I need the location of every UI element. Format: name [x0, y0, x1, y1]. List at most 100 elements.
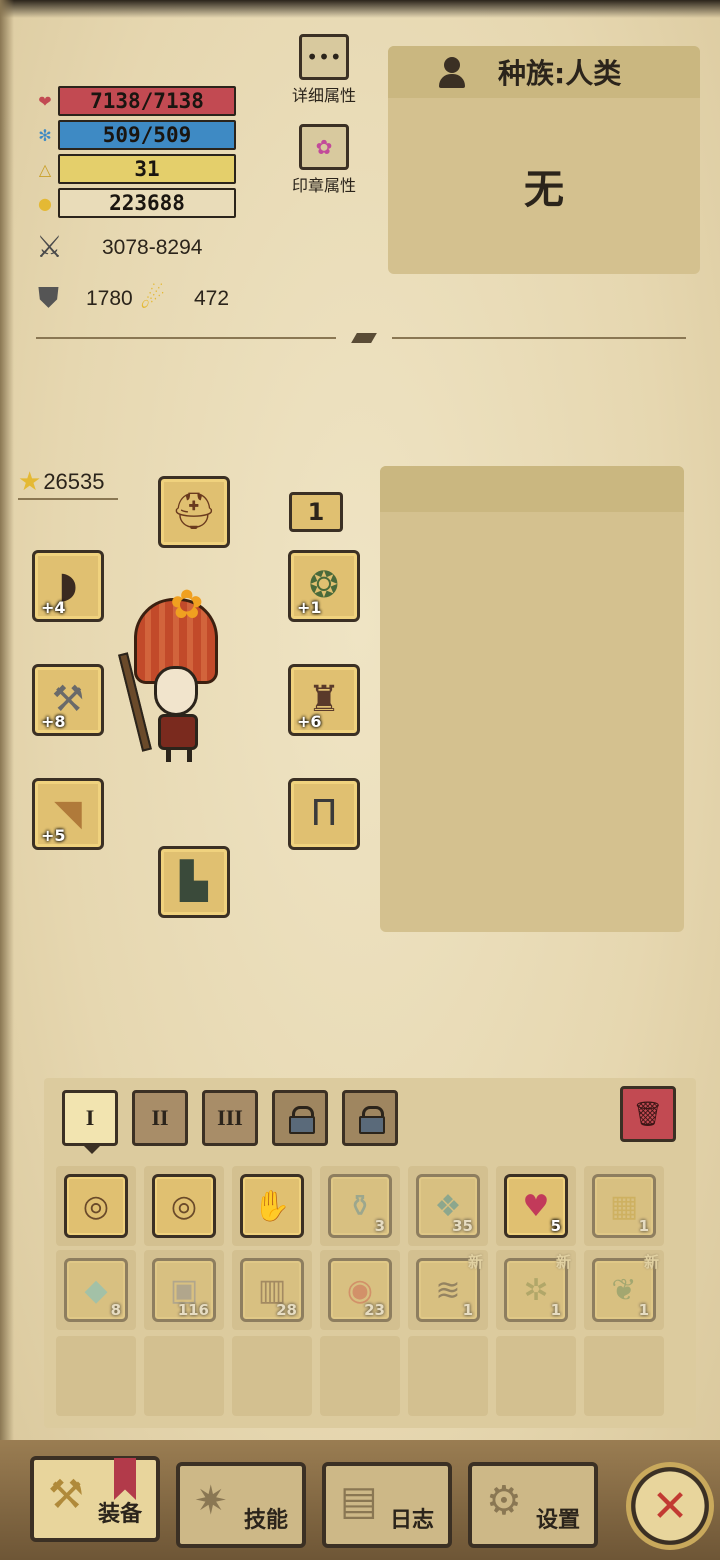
slot-helmet[interactable]: ⛑ — [158, 476, 230, 548]
inventory-item[interactable]: ❖ 35 — [416, 1174, 480, 1238]
slot-weapon[interactable]: ⚒ +8 — [32, 664, 104, 736]
magic-orb-icon: ☄ — [140, 283, 166, 314]
inventory-cell[interactable] — [584, 1336, 664, 1416]
helmet-icon: ⛑ — [171, 491, 217, 532]
lock-icon — [289, 1106, 315, 1134]
seal-attributes-label: 印章属性 — [291, 176, 356, 195]
heart-icon: ❤ — [38, 91, 52, 111]
book-icon: ▤ — [340, 1478, 378, 1524]
item-count: 8 — [110, 1301, 121, 1319]
close-icon: ✕ — [651, 1480, 689, 1532]
gold-text: 223688 — [109, 191, 185, 215]
nav-skills-label: 技能 — [243, 1508, 288, 1533]
nav-equip-button[interactable]: ⚒ 装备 — [30, 1456, 160, 1542]
item-count: 116 — [177, 1301, 209, 1319]
axe-icon: ⚒ — [48, 1472, 84, 1518]
inventory-item[interactable]: ◉ 23 — [328, 1258, 392, 1322]
lock-icon — [359, 1106, 385, 1134]
inventory-item[interactable]: ◆ 8 — [64, 1258, 128, 1322]
inventory-cell[interactable] — [320, 1336, 400, 1416]
slot-offhand[interactable]: ◥ +5 — [32, 778, 104, 850]
item-count: 1 — [638, 1301, 649, 1319]
nav-settings-button[interactable]: ⚙ 设置 — [468, 1462, 598, 1548]
triangle-icon: △ — [38, 159, 52, 179]
inventory-item[interactable]: ▥ 28 — [240, 1258, 304, 1322]
pants-icon: Π — [310, 793, 338, 834]
mp-bar: 509/509 — [58, 120, 236, 150]
inventory-cell[interactable] — [496, 1336, 576, 1416]
slot-boots[interactable]: ▙ — [158, 846, 230, 918]
divider-left — [36, 337, 336, 339]
detail-attributes-button[interactable]: ••• 详细属性 — [279, 34, 369, 106]
new-badge: 新 — [467, 1253, 483, 1271]
race-label: 种族:人类 — [498, 57, 622, 90]
character-legs — [166, 748, 192, 762]
magic-value: 472 — [194, 286, 230, 310]
seal-attributes-button[interactable]: ✿ 印章属性 — [279, 124, 369, 196]
inventory-item[interactable]: ♥ 5 — [504, 1174, 568, 1238]
hat-flower-icon: ✿ — [170, 582, 204, 628]
inventory-item[interactable]: ≋ 1 新 — [416, 1253, 483, 1322]
leaf-icon: ❦ — [611, 1272, 637, 1308]
defense-stat: ⛊ 1780 — [38, 282, 133, 315]
race-panel: 种族:人类 无 — [388, 46, 700, 274]
inventory-cell[interactable] — [144, 1336, 224, 1416]
inventory-cell[interactable] — [408, 1336, 488, 1416]
inventory-cell[interactable] — [56, 1336, 136, 1416]
gear-icon: ⚙ — [486, 1478, 522, 1524]
fur-icon: ≋ — [435, 1272, 461, 1308]
slot-armor-plus: +6 — [297, 712, 322, 731]
inventory-item[interactable]: ◎ — [152, 1174, 216, 1238]
level-row: △ 31 — [32, 154, 242, 184]
inventory-item[interactable]: ❦ 1 新 — [592, 1253, 659, 1322]
gauntlet-icon: ✋ — [253, 1188, 291, 1224]
hp-bar: 7138/7138 — [58, 86, 236, 116]
magic-stat: ☄ 472 — [140, 282, 229, 315]
slot-shoulder[interactable]: ◗ +4 — [32, 550, 104, 622]
person-icon — [436, 55, 466, 89]
red-potion-icon: ♥ — [522, 1188, 550, 1224]
inventory-item[interactable]: ▦ 1 — [592, 1174, 656, 1238]
bag-tab-locked-1[interactable] — [272, 1090, 328, 1146]
divider-right — [392, 337, 686, 339]
herb-icon: ✲ — [523, 1272, 549, 1308]
item-count: 1 — [462, 1301, 473, 1319]
shield-icon: ⛊ — [38, 282, 60, 313]
character-body — [158, 714, 198, 750]
gold-bar: 223688 — [58, 188, 236, 218]
inventory-item[interactable]: ▣ 116 — [152, 1258, 216, 1322]
gold-icon: ● — [38, 193, 52, 213]
slot-weapon-plus: +8 — [41, 712, 66, 731]
inventory-item[interactable]: ✲ 1 新 — [504, 1253, 571, 1322]
star-icon: ★ — [18, 466, 42, 496]
inventory-cell[interactable] — [232, 1336, 312, 1416]
bag-tab-3[interactable]: III — [202, 1090, 258, 1146]
bag-tab-1[interactable]: I — [62, 1090, 118, 1146]
nav-equip-label: 装备 — [97, 1502, 142, 1527]
nav-log-label: 日志 — [389, 1508, 434, 1533]
race-header: 种族:人类 — [388, 46, 700, 98]
character-face — [154, 666, 198, 716]
inventory-item[interactable]: ⚱ 3 — [328, 1174, 392, 1238]
character-avatar: ✿ — [118, 580, 240, 770]
gear-score: ★ 26535 — [18, 466, 105, 497]
inventory-item[interactable]: ◎ — [64, 1174, 128, 1238]
potion-icon: ⚱ — [347, 1188, 373, 1224]
item-count: 1 — [550, 1301, 561, 1319]
nav-skills-button[interactable]: ✷ 技能 — [176, 1462, 306, 1548]
close-button[interactable]: ✕ — [626, 1462, 714, 1550]
attack-stat: ⚔ 3078-8294 — [36, 230, 202, 265]
slot-amulet[interactable]: ❂ +1 — [288, 550, 360, 622]
new-badge: 新 — [643, 1253, 659, 1271]
inventory-item[interactable]: ✋ — [240, 1174, 304, 1238]
bag-tab-locked-2[interactable] — [342, 1090, 398, 1146]
item-count: 1 — [638, 1217, 649, 1235]
slot-offhand-plus: +5 — [41, 826, 66, 845]
slot-armor[interactable]: ♜ +6 — [288, 664, 360, 736]
mp-text: 509/509 — [102, 123, 192, 147]
nav-log-button[interactable]: ▤ 日志 — [322, 1462, 452, 1548]
bag-tab-2[interactable]: II — [132, 1090, 188, 1146]
slot-pants[interactable]: Π — [288, 778, 360, 850]
trash-icon: 🗑 — [632, 1100, 664, 1128]
trash-button[interactable]: 🗑 — [620, 1086, 676, 1142]
